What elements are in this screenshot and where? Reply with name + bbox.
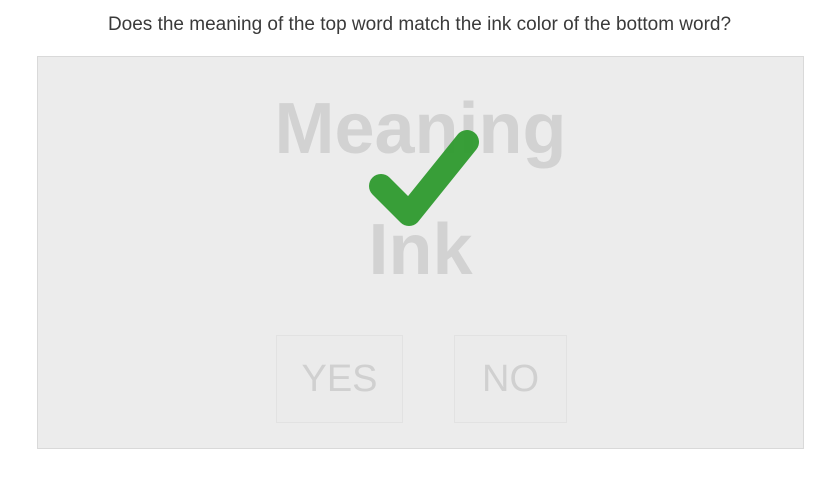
question-text: Does the meaning of the top word match t… xyxy=(107,14,732,35)
game-panel: Meaning Ink YES NO xyxy=(37,56,804,449)
no-button[interactable]: NO xyxy=(454,335,567,423)
checkmark-icon xyxy=(369,130,479,226)
yes-button[interactable]: YES xyxy=(276,335,403,423)
